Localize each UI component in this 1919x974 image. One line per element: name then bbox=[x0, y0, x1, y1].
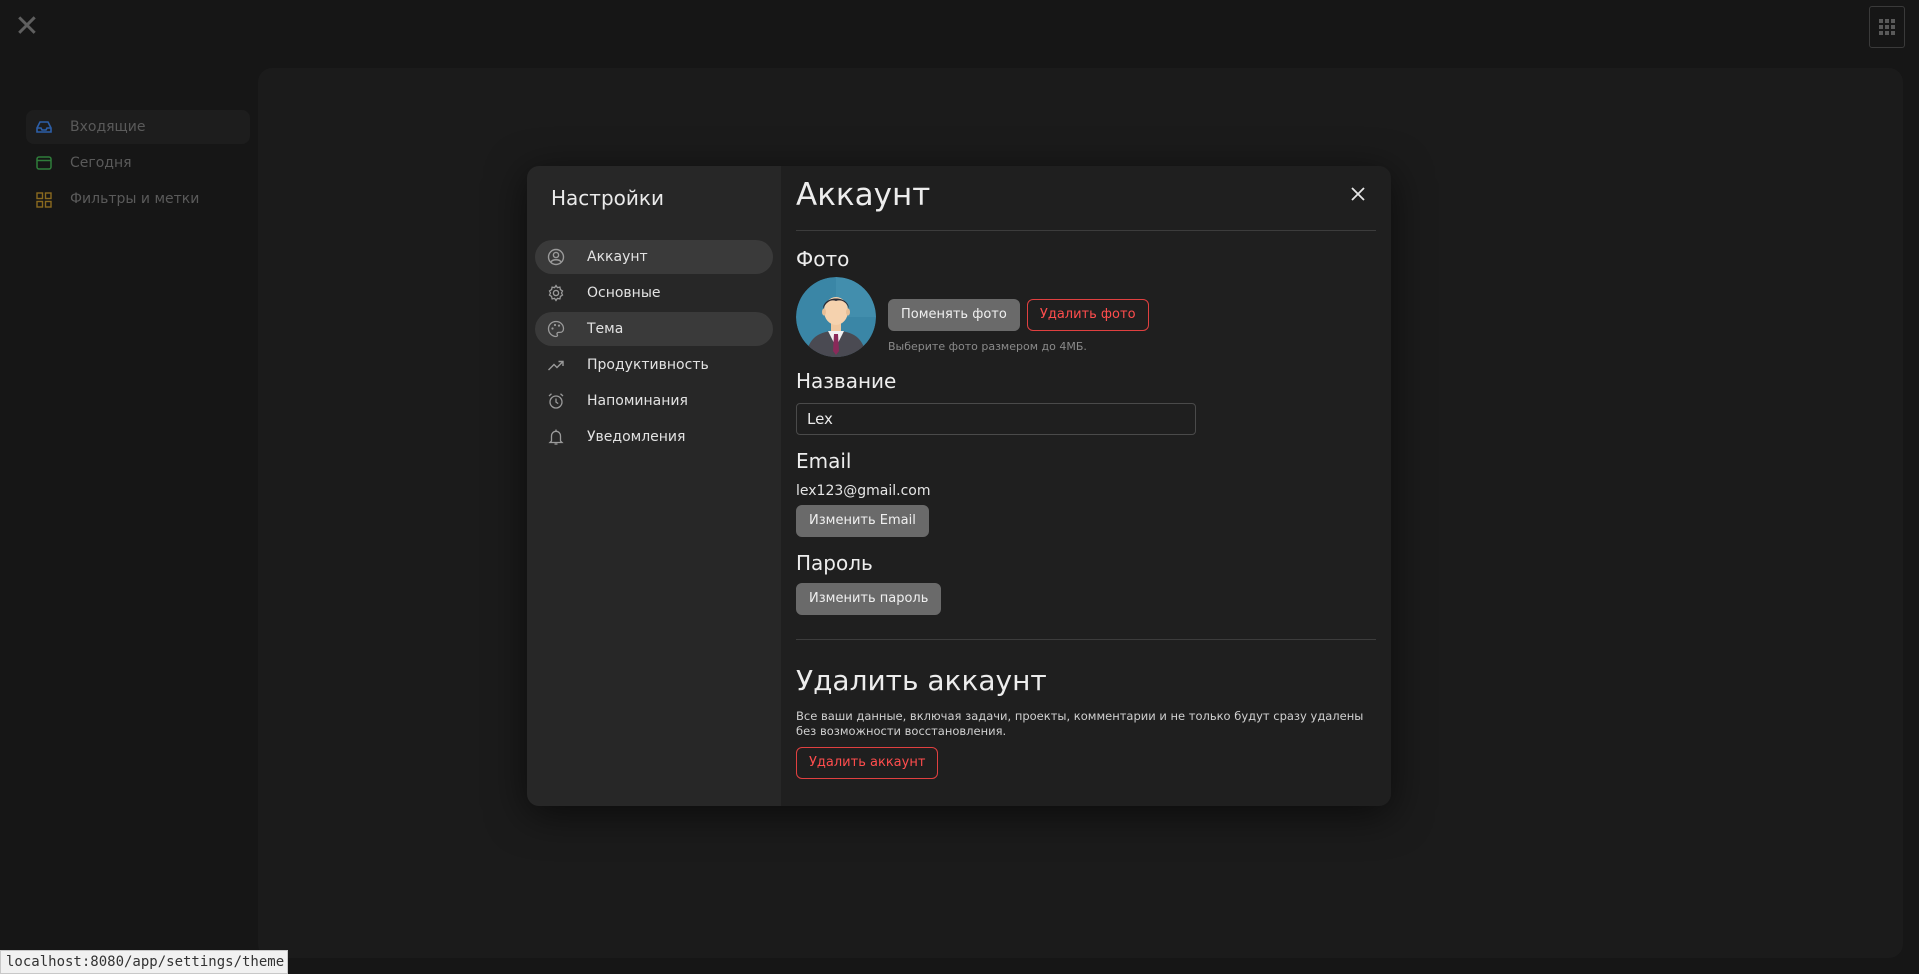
settings-item-label: Аккаунт bbox=[587, 249, 648, 265]
settings-modal: Настройки Аккаунт Основные Тема Продукти… bbox=[527, 166, 1391, 806]
nav-item-filters[interactable]: Фильтры и метки bbox=[26, 182, 250, 216]
app-close-icon[interactable]: ✕ bbox=[14, 12, 40, 42]
background-sidebar: Входящие Сегодня Фильтры и метки bbox=[26, 110, 250, 218]
calendar-icon bbox=[36, 156, 52, 170]
avatar bbox=[796, 277, 876, 357]
grid-icon bbox=[36, 192, 52, 208]
alarm-clock-icon bbox=[547, 392, 565, 410]
settings-sidebar: Настройки Аккаунт Основные Тема Продукти… bbox=[527, 166, 781, 806]
page-title: Аккаунт bbox=[796, 177, 931, 213]
name-input[interactable]: Lex bbox=[796, 403, 1196, 435]
email-value: lex123@gmail.com bbox=[796, 483, 931, 499]
photo-controls: Поменять фото Удалить фото Выберите фото… bbox=[888, 299, 1149, 353]
nav-item-today[interactable]: Сегодня bbox=[26, 146, 250, 180]
settings-item-productivity[interactable]: Продуктивность bbox=[535, 348, 773, 382]
delete-account-warning: Все ваши данные, включая задачи, проекты… bbox=[796, 709, 1364, 738]
settings-item-label: Основные bbox=[587, 285, 661, 301]
account-panel: Аккаунт Фото Поменять фото Удалить фото … bbox=[781, 166, 1391, 806]
delete-photo-button[interactable]: Удалить фото bbox=[1026, 299, 1149, 331]
settings-item-account[interactable]: Аккаунт bbox=[535, 240, 773, 274]
nav-item-inbox[interactable]: Входящие bbox=[26, 110, 250, 144]
name-title: Название bbox=[796, 369, 897, 393]
nav-item-label: Сегодня bbox=[70, 155, 132, 171]
delete-account-button[interactable]: Удалить аккаунт bbox=[796, 747, 939, 779]
photo-hint: Выберите фото размером до 4МБ. bbox=[888, 340, 1087, 353]
email-title: Email bbox=[796, 449, 852, 473]
settings-item-label: Уведомления bbox=[587, 429, 686, 445]
palette-icon bbox=[547, 320, 565, 338]
trend-up-icon bbox=[547, 356, 565, 374]
nav-item-label: Фильтры и метки bbox=[70, 191, 200, 207]
change-password-button[interactable]: Изменить пароль bbox=[796, 583, 942, 615]
apps-grid-icon bbox=[1879, 19, 1895, 35]
gear-icon bbox=[547, 284, 565, 302]
section-divider bbox=[796, 639, 1376, 640]
settings-item-label: Напоминания bbox=[587, 393, 688, 409]
settings-item-theme[interactable]: Тема bbox=[535, 312, 773, 346]
close-icon[interactable] bbox=[1348, 184, 1368, 204]
settings-item-label: Тема bbox=[587, 321, 624, 337]
settings-item-reminders[interactable]: Напоминания bbox=[535, 384, 773, 418]
settings-item-label: Продуктивность bbox=[587, 357, 709, 373]
photo-title: Фото bbox=[796, 247, 850, 271]
settings-title: Настройки bbox=[551, 186, 664, 210]
status-bar-url: localhost:8080/app/settings/theme bbox=[0, 950, 289, 974]
password-title: Пароль bbox=[796, 551, 873, 575]
account-header: Аккаунт bbox=[796, 166, 1376, 231]
user-circle-icon bbox=[547, 248, 565, 266]
inbox-icon bbox=[36, 120, 52, 134]
change-email-button[interactable]: Изменить Email bbox=[796, 505, 929, 537]
account-content: Фото Поменять фото Удалить фото Выберите… bbox=[781, 231, 1391, 779]
settings-item-general[interactable]: Основные bbox=[535, 276, 773, 310]
nav-item-label: Входящие bbox=[70, 119, 146, 135]
apps-grid-button[interactable] bbox=[1869, 6, 1905, 48]
photo-row: Поменять фото Удалить фото Выберите фото… bbox=[796, 277, 1376, 357]
settings-item-notifications[interactable]: Уведомления bbox=[535, 420, 773, 454]
bell-icon bbox=[547, 428, 565, 446]
settings-menu: Аккаунт Основные Тема Продуктивность Нап… bbox=[535, 240, 773, 454]
delete-account-title: Удалить аккаунт bbox=[796, 664, 1047, 697]
change-photo-button[interactable]: Поменять фото bbox=[888, 299, 1020, 331]
